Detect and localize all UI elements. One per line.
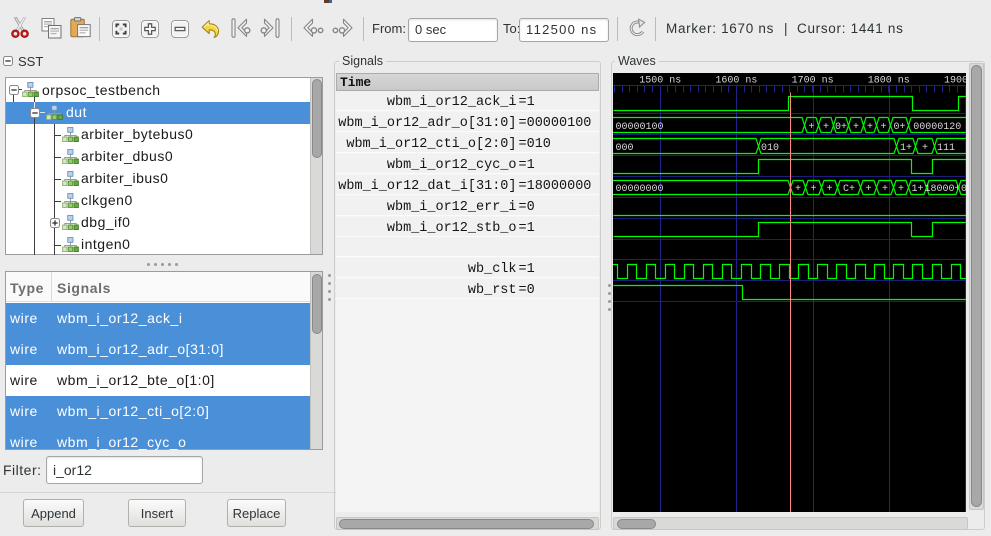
svg-text:+: + [898, 184, 904, 195]
svg-text:18000+: 18000+ [924, 184, 960, 195]
svg-text:1900 ns: 1900 ns [944, 75, 966, 86]
svg-text:1800 ns: 1800 ns [868, 75, 910, 86]
svg-text:0+: 0+ [835, 122, 847, 133]
svg-text:111: 111 [937, 143, 955, 154]
svg-text:+: + [823, 122, 829, 133]
svg-text:+: + [922, 143, 928, 154]
svg-text:0+: 0+ [893, 122, 905, 133]
svg-text:0: 0 [961, 184, 966, 195]
svg-text:1+: 1+ [911, 184, 923, 195]
svg-text:+: + [795, 184, 801, 195]
svg-text:+: + [880, 122, 886, 133]
svg-text:00000120: 00000120 [913, 122, 961, 133]
svg-text:+: + [882, 184, 888, 195]
svg-text:1+: 1+ [900, 143, 912, 154]
svg-text:+: + [853, 122, 859, 133]
svg-text:00000000: 00000000 [616, 184, 664, 195]
svg-text:1600 ns: 1600 ns [715, 75, 757, 86]
svg-text:+: + [826, 184, 832, 195]
svg-text:010: 010 [761, 143, 779, 154]
svg-text:000: 000 [616, 143, 634, 154]
svg-text:00000100: 00000100 [616, 122, 664, 133]
svg-text:C+: C+ [843, 184, 855, 195]
svg-text:1700 ns: 1700 ns [792, 75, 834, 86]
svg-text:+: + [810, 184, 816, 195]
svg-text:+: + [808, 122, 814, 133]
svg-text:1500 ns: 1500 ns [639, 75, 681, 86]
svg-text:+: + [865, 184, 871, 195]
svg-text:+: + [867, 122, 873, 133]
